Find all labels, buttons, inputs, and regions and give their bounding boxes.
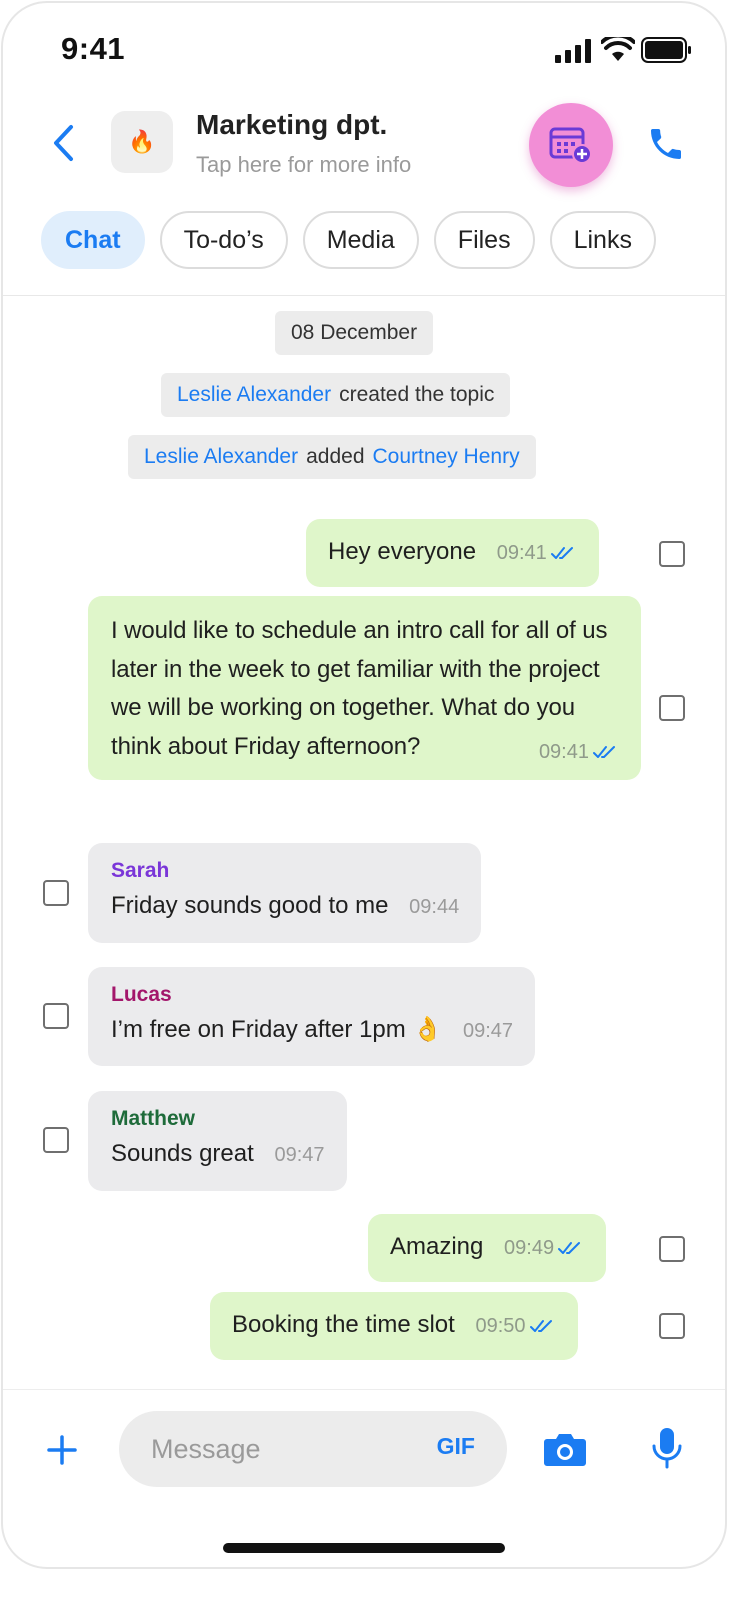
double-check-icon <box>593 746 615 758</box>
sender-name[interactable]: Matthew <box>111 1105 325 1133</box>
message-bubble[interactable]: I would like to schedule an intro call f… <box>88 596 641 780</box>
tab-media[interactable]: Media <box>302 211 419 269</box>
microphone-button[interactable] <box>647 1423 687 1473</box>
tab-files[interactable]: Files <box>433 211 535 269</box>
calendar-add-icon <box>549 127 592 164</box>
message-text: I’m free on Friday after 1pm 👌 <box>111 1016 443 1043</box>
topic-created-notice: Leslie Alexander created the topic <box>161 373 511 417</box>
notice-user-link[interactable]: Leslie Alexander <box>177 383 331 407</box>
select-checkbox[interactable] <box>43 1127 69 1153</box>
message-bubble[interactable]: Amazing 09:49 <box>368 1214 607 1282</box>
fire-emoji: 🔥 <box>128 129 156 154</box>
notice-user-link[interactable]: Leslie Alexander <box>144 445 298 469</box>
camera-button[interactable] <box>541 1427 589 1471</box>
tab-todos[interactable]: To-do’s <box>159 211 288 269</box>
group-title[interactable]: Marketing dpt. <box>196 109 387 141</box>
date-separator: 08 December <box>275 311 434 355</box>
tab-bar: Chat To-do’s Media Files Links <box>41 211 656 269</box>
group-avatar[interactable]: 🔥 <box>111 111 173 173</box>
message-text: Sounds great <box>111 1140 254 1167</box>
message-meta: 09:50 <box>475 1307 555 1345</box>
message-meta: 09:49 <box>504 1229 584 1267</box>
message-meta: 09:44 <box>409 888 459 926</box>
message-text: Hey everyone <box>328 538 477 565</box>
message-meta: 09:47 <box>274 1136 324 1174</box>
select-checkbox[interactable] <box>43 1003 69 1029</box>
battery-icon <box>641 37 691 63</box>
select-checkbox[interactable] <box>659 695 685 721</box>
wifi-icon <box>601 37 635 61</box>
home-indicator <box>223 1543 505 1553</box>
sender-name[interactable]: Sarah <box>111 857 459 885</box>
message-bubble[interactable]: Lucas I’m free on Friday after 1pm 👌 09:… <box>88 967 536 1066</box>
message-time: 09:47 <box>274 1144 325 1166</box>
gif-button[interactable]: GIF <box>437 1433 475 1460</box>
double-check-icon <box>558 1242 581 1254</box>
message-input-container: GIF <box>119 1411 507 1487</box>
add-attachment-button[interactable] <box>43 1431 81 1469</box>
schedule-call-button[interactable] <box>529 103 613 187</box>
composer-divider <box>3 1389 725 1390</box>
select-checkbox[interactable] <box>43 880 69 906</box>
message-bubble[interactable]: Sarah Friday sounds good to me 09:44 <box>88 843 482 943</box>
select-checkbox[interactable] <box>659 1236 685 1262</box>
message-time: 09:44 <box>409 896 460 918</box>
select-checkbox[interactable] <box>659 541 685 567</box>
message-bubble[interactable]: Matthew Sounds great 09:47 <box>88 1091 347 1191</box>
signal-icon <box>555 39 595 63</box>
message-text: Amazing <box>390 1233 484 1260</box>
header-divider <box>3 295 725 296</box>
message-meta: 09:41 <box>539 737 619 767</box>
back-button[interactable] <box>43 121 83 165</box>
message-bubble[interactable]: Booking the time slot 09:50 <box>210 1292 578 1360</box>
double-check-icon <box>529 1320 552 1332</box>
message-time: 09:41 <box>538 741 589 763</box>
member-added-notice: Leslie Alexander added Courtney Henry <box>128 435 536 479</box>
message-time: 09:47 <box>463 1020 514 1042</box>
message-text: Booking the time slot <box>232 1311 455 1338</box>
notice-user-link[interactable]: Courtney Henry <box>373 445 520 469</box>
message-meta: 09:41 <box>497 534 577 572</box>
group-subtitle[interactable]: Tap here for more info <box>196 152 411 178</box>
double-check-icon <box>550 547 573 559</box>
message-time: 09:41 <box>496 542 547 564</box>
phone-screen: 9:41 🔥 Marketing dpt. Tap here for more … <box>1 1 727 1569</box>
message-bubble[interactable]: Hey everyone 09:41 <box>306 519 599 587</box>
call-button[interactable] <box>643 121 689 167</box>
status-time: 9:41 <box>61 31 126 66</box>
select-checkbox[interactable] <box>659 1313 685 1339</box>
microphone-icon <box>652 1428 682 1469</box>
camera-icon <box>544 1434 586 1466</box>
message-time: 09:49 <box>504 1237 555 1259</box>
chevron-left-icon <box>54 125 73 161</box>
sender-name[interactable]: Lucas <box>111 981 513 1009</box>
plus-icon <box>47 1435 77 1465</box>
phone-icon <box>651 129 681 159</box>
tab-links[interactable]: Links <box>549 211 656 269</box>
message-input[interactable] <box>149 1432 413 1466</box>
message-time: 09:50 <box>475 1315 526 1337</box>
message-meta: 09:47 <box>463 1012 513 1050</box>
message-text: Friday sounds good to me <box>111 892 389 919</box>
tab-chat[interactable]: Chat <box>41 211 145 269</box>
